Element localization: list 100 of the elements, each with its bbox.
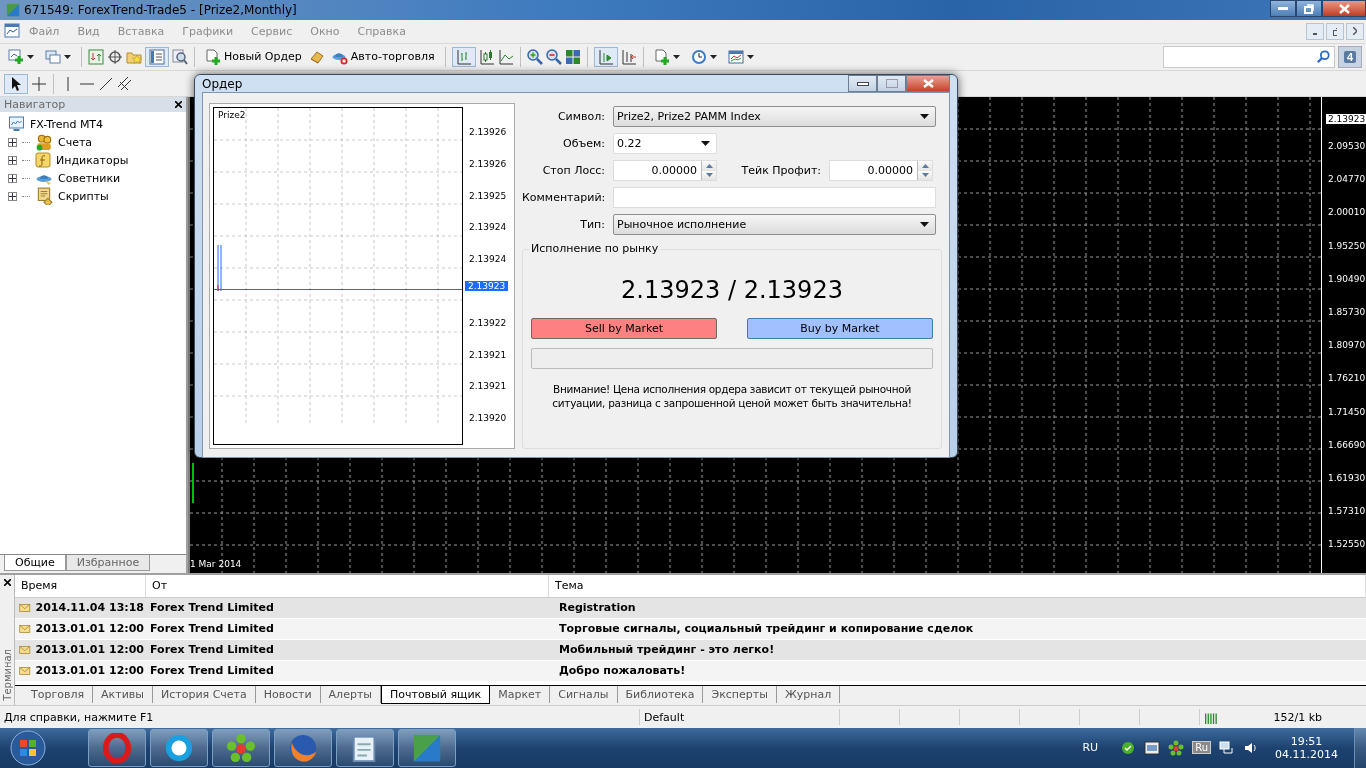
panel-tab[interactable]: Сигналы [550, 686, 618, 704]
column-header[interactable]: От [146, 574, 549, 597]
caret-icon[interactable] [709, 54, 717, 59]
tree-item[interactable]: Советники [58, 171, 121, 185]
panel-tab[interactable]: Эксперты [703, 686, 777, 704]
taskbar-button[interactable] [336, 729, 394, 767]
buy-button[interactable]: Buy by Market [747, 318, 933, 339]
template-icon[interactable] [727, 48, 744, 65]
panel-title: Навигатор [4, 98, 66, 112]
field-label: Тип: [579, 218, 606, 231]
panel-tab[interactable]: Библиотека [617, 686, 704, 704]
column-header[interactable]: Время [15, 574, 146, 597]
panel-tab[interactable]: Избранное [65, 554, 151, 571]
auto-trading-button[interactable]: Авто-торговля [327, 46, 439, 67]
panel-tab[interactable]: Общие [4, 554, 66, 571]
speaker-icon[interactable] [1243, 740, 1259, 756]
messages-button[interactable]: 4 [1338, 45, 1362, 68]
taskbar-button[interactable] [150, 729, 208, 767]
panel-tab[interactable]: Алерты [320, 686, 381, 704]
clock-time[interactable]: 19:51 [1290, 735, 1323, 748]
axis-label: 1.57310 [1327, 506, 1366, 519]
show-desktop-button[interactable] [1354, 728, 1366, 768]
spin-up-button[interactable] [702, 161, 716, 171]
tree-item[interactable]: Индикаторы [56, 153, 129, 167]
minimize-button[interactable] [848, 75, 877, 92]
table-cell: 2014.11.04 13:18 [35, 601, 144, 614]
caret-icon[interactable] [64, 54, 71, 59]
panel-tab[interactable]: Почтовый ящик [381, 686, 491, 705]
down-arrow-icon [921, 173, 929, 178]
new-order-button[interactable]: Новый Ордер [201, 46, 306, 67]
language-indicator[interactable]: RU [1082, 741, 1099, 755]
symbol-dropdown[interactable]: Prize2, Prize2 PAMM Index [613, 106, 936, 127]
trend-line-icon[interactable] [98, 75, 114, 92]
field-label: Объем: [562, 137, 606, 150]
tree-item[interactable]: FX-Trend MT4 [30, 117, 104, 131]
globe-icon [288, 733, 318, 763]
axis-label: 2.13926 [469, 158, 507, 169]
panel-tab[interactable]: Маркет [490, 686, 551, 704]
expand-toggle[interactable] [8, 137, 17, 147]
arrows-icon[interactable] [88, 48, 104, 65]
column-header[interactable]: Тема [549, 574, 1366, 597]
down-arrow-icon [705, 173, 713, 178]
minimize-button[interactable] [1270, 0, 1296, 17]
plus-icon [9, 192, 16, 200]
axis-label: 1.52550 [1327, 539, 1366, 552]
channel-icon[interactable] [117, 75, 133, 92]
tree-item[interactable]: Скрипты [58, 189, 109, 203]
crosshair-icon[interactable] [31, 75, 47, 92]
clock-icon[interactable] [690, 48, 707, 65]
type-dropdown[interactable]: Рыночное исполнение [613, 214, 936, 235]
tile-windows-icon[interactable] [564, 48, 581, 65]
axis-label: 1.66690 [1327, 439, 1366, 452]
take-profit-field[interactable]: 0.00000 [829, 160, 933, 181]
expand-toggle[interactable] [8, 173, 17, 183]
close-button[interactable] [1322, 0, 1366, 17]
maximize-icon [885, 79, 898, 88]
zoom-out-icon[interactable] [545, 48, 562, 65]
panel-tab[interactable]: Журнал [776, 686, 841, 704]
sell-button[interactable]: Sell by Market [531, 318, 717, 339]
panel-tab[interactable]: Новости [255, 686, 321, 704]
search-field[interactable] [1163, 45, 1335, 68]
volume-dropdown[interactable]: 0.22 [613, 133, 717, 154]
tray-app-icon[interactable] [1144, 740, 1161, 756]
axis-label: 2.13924 [469, 222, 507, 233]
chart-shift-icon[interactable] [620, 48, 637, 65]
caret-icon [920, 114, 929, 119]
stop-loss-field[interactable]: 0.00000 [613, 160, 717, 181]
crosshair-icon[interactable] [107, 48, 123, 65]
spin-down-button[interactable] [702, 170, 716, 180]
restore-button[interactable] [1296, 0, 1322, 17]
shield-icon[interactable] [1120, 740, 1137, 756]
taskbar-button[interactable] [212, 729, 270, 767]
spin-down-button[interactable] [918, 170, 932, 180]
axis-label: 2.13924 [469, 254, 507, 265]
status-text: Default [640, 709, 840, 726]
line-chart-icon[interactable] [497, 48, 514, 65]
clock-date[interactable]: 04.11.2014 [1275, 748, 1338, 761]
table-cell-text: Registration [558, 601, 637, 614]
magnifier-icon[interactable] [172, 48, 188, 65]
spin-up-button[interactable] [918, 161, 932, 171]
flower-icon[interactable] [1168, 740, 1185, 756]
comment-field[interactable] [613, 187, 936, 208]
up-arrow-icon [705, 163, 713, 168]
caret-icon[interactable] [672, 54, 680, 59]
expand-toggle[interactable] [8, 155, 17, 165]
panel-tab[interactable]: История Счета [153, 686, 256, 704]
field-label: Стоп Лосс: [541, 164, 606, 177]
panel-tab[interactable]: Активы [93, 686, 153, 704]
tree-item[interactable]: Счета [58, 135, 93, 149]
chart-window-icon[interactable] [4, 23, 20, 40]
document-plus-icon[interactable] [205, 48, 221, 65]
expand-toggle[interactable] [8, 191, 17, 201]
caret-icon[interactable] [746, 54, 754, 59]
candlestick-icon[interactable] [478, 48, 495, 65]
network-icon[interactable] [1219, 740, 1235, 756]
panel-tab[interactable]: Торговля [23, 686, 94, 704]
status-text: 152/1 kb [1273, 710, 1323, 724]
zoom-in-icon[interactable] [526, 48, 543, 65]
caret-icon[interactable] [27, 54, 34, 59]
square-logo-icon [412, 733, 442, 763]
